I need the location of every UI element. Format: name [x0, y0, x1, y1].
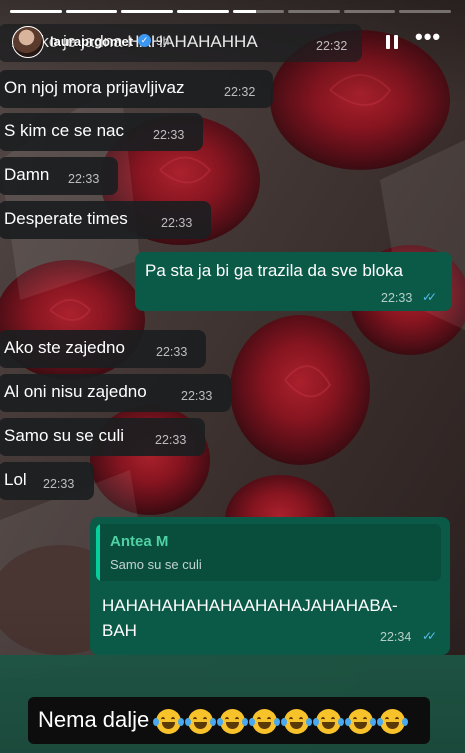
message-bubble: Ako ste zajedno 22:33	[0, 330, 206, 368]
message-time: 22:33	[156, 345, 188, 359]
message-text: HAHAHAHAHAHAAHAHAJAHAHABA- BAH	[102, 593, 398, 643]
quoted-text: Samo su se culi	[110, 557, 202, 572]
pause-icon[interactable]	[384, 34, 400, 50]
progress-segment	[288, 10, 340, 13]
message-bubble: Damn 22:33	[0, 157, 118, 195]
progress-segment	[399, 10, 451, 13]
message-text: Samo su se culi	[4, 426, 124, 445]
post-time: 9h	[156, 34, 170, 48]
caption-text: Nema dalje	[38, 707, 150, 732]
message-bubble: Desperate times 22:33	[0, 201, 211, 239]
tears-of-joy-emoji-icon	[345, 705, 376, 735]
tears-of-joy-emoji-icon	[217, 705, 248, 735]
message-line: HAHAHAHAHAHAAHAHAJAHAHABA-	[102, 596, 398, 615]
message-bubble: S kim ce se nac 22:33	[0, 113, 203, 151]
tears-of-joy-emoji-icon	[313, 705, 344, 735]
message-text: Lol	[4, 470, 27, 489]
progress-fill	[176, 10, 229, 13]
reply-message-bubble: Antea M Samo su se culi HAHAHAHAHAHAAHAH…	[90, 517, 450, 655]
message-time: 22:33	[381, 291, 413, 305]
message-time: 22:33	[68, 172, 100, 186]
tears-of-joy-emoji-icon	[377, 705, 408, 735]
progress-segment	[232, 10, 285, 13]
username[interactable]: lauraprgomet	[50, 34, 133, 49]
message-time: 22:33	[155, 433, 187, 447]
message-time: 22:33	[181, 389, 213, 403]
message-bubble: Samo su se culi 22:33	[0, 418, 205, 456]
message-bubble: On njoj mora prijavljivaz 22:32	[0, 70, 273, 108]
message-time: 22:34	[380, 630, 412, 644]
progress-fill	[232, 10, 256, 13]
progress-fill	[65, 10, 118, 13]
message-time: 22:33	[153, 128, 185, 142]
message-text: Ako ste zajedno	[4, 338, 125, 357]
message-line: BAH	[102, 621, 137, 640]
progress-segment	[10, 10, 62, 13]
read-receipt-icon: ✓✓	[422, 629, 437, 643]
message-text: S kim ce se nac	[4, 121, 124, 140]
message-bubble: Lol 22:33	[0, 462, 94, 500]
message-text: Desperate times	[4, 209, 128, 228]
quote-accent-bar	[96, 524, 100, 581]
quoted-message[interactable]: Antea M Samo su se culi	[96, 524, 441, 581]
tears-of-joy-emoji-icon	[153, 705, 184, 735]
read-receipt-icon: ✓✓	[422, 290, 437, 304]
quoted-author: Antea M	[110, 533, 169, 550]
progress-segment	[65, 10, 118, 13]
story-viewer[interactable]: A olko je jadna HAHAHAHAHHA 22:32 laurap…	[0, 0, 465, 753]
story-header: lauraprgomet ✓ 9h •••	[8, 22, 457, 66]
message-text: Pa sta ja bi ga trazila da sve bloka	[145, 261, 403, 280]
avatar[interactable]	[12, 26, 44, 58]
more-icon[interactable]: •••	[415, 26, 441, 52]
progress-fill	[10, 10, 62, 13]
tears-of-joy-emoji-icon	[185, 705, 216, 735]
outgoing-message-bubble: Pa sta ja bi ga trazila da sve bloka 22:…	[135, 252, 452, 311]
tears-of-joy-emoji-icon	[249, 705, 280, 735]
emoji-row	[153, 705, 408, 735]
message-time: 22:33	[161, 216, 193, 230]
progress-segment	[176, 10, 229, 13]
progress-segment	[121, 10, 173, 13]
message-text: Al oni nisu zajedno	[4, 382, 147, 401]
tears-of-joy-emoji-icon	[281, 705, 312, 735]
verified-badge-icon: ✓	[138, 34, 151, 47]
message-time: 22:33	[43, 477, 75, 491]
message-time: 22:32	[224, 85, 256, 99]
message-text: On njoj mora prijavljivaz	[4, 78, 185, 97]
progress-fill	[121, 10, 173, 13]
message-text: Damn	[4, 165, 50, 184]
progress-segment	[343, 10, 396, 13]
story-caption: Nema dalje	[28, 697, 430, 744]
message-bubble: Al oni nisu zajedno 22:33	[0, 374, 231, 412]
story-progress-bar	[10, 10, 451, 13]
